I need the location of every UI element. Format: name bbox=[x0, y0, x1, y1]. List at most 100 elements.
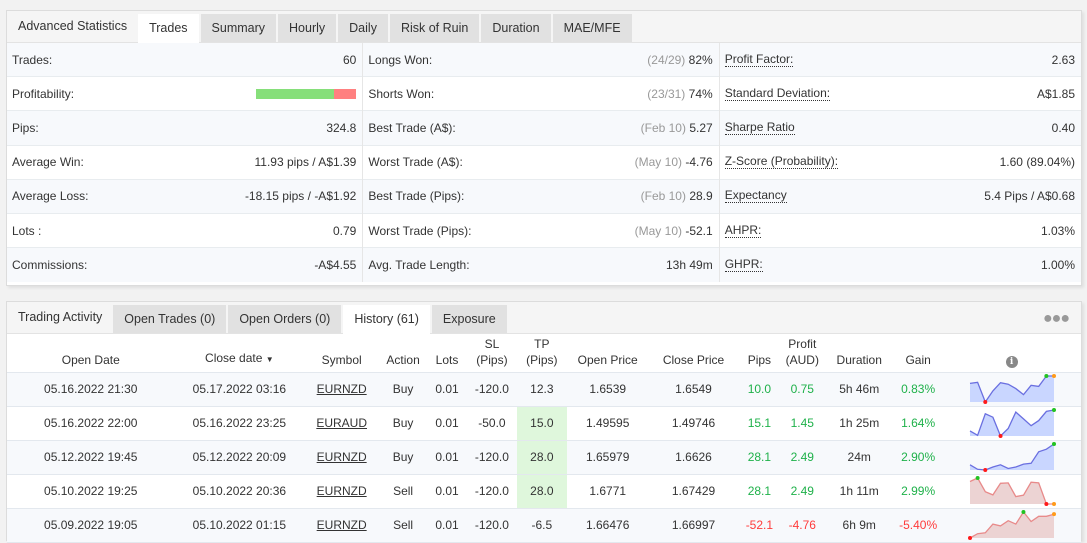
stat-value: 0.40 bbox=[1051, 120, 1076, 135]
sparkline-area bbox=[969, 444, 1054, 470]
table-row[interactable]: 05.12.2022 19:45 05.12.2022 20:09 EURNZD Bu… bbox=[7, 440, 1081, 475]
stat-value: (Feb 10) 28.9 bbox=[641, 189, 713, 203]
symbol-link[interactable]: EURNZD bbox=[317, 382, 367, 396]
info-icon[interactable]: i bbox=[1005, 355, 1018, 368]
tab-mae-mfe[interactable]: MAE/MFE bbox=[552, 14, 632, 42]
duration-cell: 1h 11m bbox=[824, 474, 895, 509]
stat-detail: (23/31) bbox=[647, 86, 686, 101]
stat-shorts-won: Shorts Won: (23/31) 74% bbox=[363, 77, 719, 112]
stat-longs-won: Longs Won: (24/29) 82% bbox=[363, 43, 719, 78]
col-close-date[interactable]: Close date ▼ bbox=[174, 334, 305, 373]
stat-profitability: Profitability: bbox=[7, 77, 363, 112]
history-table-body: 05.16.2022 21:30 05.17.2022 03:16 EURNZD Bu… bbox=[7, 372, 1081, 543]
tab-open-orders[interactable]: Open Orders (0) bbox=[228, 305, 342, 333]
stat-worst-trade-aud: Worst Trade (A$): (May 10) -4.76 bbox=[363, 146, 719, 180]
stat-label-tooltip[interactable]: Standard Deviation: bbox=[724, 86, 831, 101]
stat-value: 60 bbox=[342, 52, 357, 67]
pips-cell: 10.0 bbox=[738, 372, 781, 407]
stat-label-tooltip[interactable]: Sharpe Ratio bbox=[724, 120, 795, 135]
stat-ghpr: GHPR: 1.00% bbox=[719, 248, 1082, 283]
action-cell: Buy bbox=[379, 372, 428, 407]
stats-column-3: Profit Factor: 2.63 Standard Deviation: … bbox=[719, 43, 1082, 283]
stat-value: (Feb 10) 5.27 bbox=[641, 121, 713, 135]
col-profit[interactable]: Profit (AUD) bbox=[780, 334, 825, 373]
more-dots-icon[interactable]: ●●● bbox=[1043, 310, 1070, 328]
col-action[interactable]: Action bbox=[379, 334, 428, 373]
col-sl[interactable]: SL (Pips) bbox=[466, 334, 517, 373]
tab-exposure[interactable]: Exposure bbox=[431, 305, 507, 333]
table-row[interactable]: 05.09.2022 19:05 05.10.2022 01:15 EURNZD Se… bbox=[7, 508, 1081, 543]
tab-duration[interactable]: Duration bbox=[481, 14, 551, 42]
sparkline-last-marker bbox=[1051, 502, 1056, 506]
tab-risk-of-ruin[interactable]: Risk of Ruin bbox=[389, 14, 480, 42]
stat-worst-trade-pips: Worst Trade (Pips): (May 10) -52.1 bbox=[363, 214, 719, 249]
stat-value: 5.4 Pips / A$0.68 bbox=[984, 189, 1076, 204]
table-row[interactable]: 05.10.2022 19:25 05.10.2022 20:36 EURNZD Se… bbox=[7, 474, 1081, 509]
stat-detail: (May 10) bbox=[634, 155, 682, 170]
stat-commissions: Commissions: -A$4.55 bbox=[7, 248, 363, 283]
stat-figure: -52.1 bbox=[685, 223, 713, 238]
tab-hourly[interactable]: Hourly bbox=[278, 14, 337, 42]
col-tp[interactable]: TP (Pips) bbox=[516, 334, 567, 373]
symbol-link[interactable]: EURNZD bbox=[317, 484, 367, 498]
stat-label-tooltip[interactable]: Profit Factor: bbox=[724, 52, 794, 67]
col-open-price[interactable]: Open Price bbox=[566, 334, 649, 373]
tab-history[interactable]: History (61) bbox=[343, 305, 430, 334]
col-symbol[interactable]: Symbol bbox=[304, 334, 380, 373]
stat-value: -18.15 pips / -A$1.92 bbox=[244, 189, 357, 204]
tab-open-trades[interactable]: Open Trades (0) bbox=[113, 305, 227, 333]
stat-average-win: Average Win: 11.93 pips / A$1.39 bbox=[7, 146, 363, 180]
stat-value: 1.60 (89.04%) bbox=[999, 155, 1076, 170]
symbol-link[interactable]: EURNZD bbox=[317, 518, 367, 532]
advanced-statistics-panel: Advanced Statistics Trades Summary Hourl… bbox=[6, 10, 1082, 286]
open-date-cell: 05.09.2022 19:05 bbox=[7, 508, 175, 543]
tab-trades[interactable]: Trades bbox=[138, 14, 199, 43]
table-row[interactable]: 05.16.2022 21:30 05.17.2022 03:16 EURNZD Bu… bbox=[7, 372, 1081, 407]
symbol-cell: EURNZD bbox=[304, 372, 380, 407]
col-gain[interactable]: Gain bbox=[894, 334, 943, 373]
col-close-price[interactable]: Close Price bbox=[648, 334, 739, 373]
col-open-date[interactable]: Open Date bbox=[7, 334, 175, 373]
equity-sparkline bbox=[969, 408, 1056, 438]
sparkline-min-marker bbox=[998, 434, 1003, 438]
stat-label-tooltip[interactable]: AHPR: bbox=[724, 223, 762, 238]
trading-activity-panel: Trading Activity Open Trades (0) Open Or… bbox=[6, 301, 1082, 543]
open-date-cell: 05.10.2022 19:25 bbox=[7, 474, 175, 509]
tab-daily[interactable]: Daily bbox=[338, 14, 388, 42]
duration-cell: 1h 25m bbox=[824, 406, 895, 441]
col-sl-top: SL bbox=[484, 336, 500, 351]
col-close-date-label: Close date bbox=[205, 350, 263, 365]
sparkline-max-marker bbox=[1043, 374, 1048, 378]
stat-label: Profitability: bbox=[12, 86, 75, 101]
sparkline-max-marker bbox=[1051, 442, 1056, 446]
sparkline-cell bbox=[942, 372, 1081, 407]
stat-label-tooltip[interactable]: Z-Score (Probability): bbox=[724, 155, 839, 170]
tp-cell: -6.5 bbox=[516, 508, 567, 543]
symbol-link[interactable]: EURAUD bbox=[316, 416, 367, 430]
open-date-cell: 05.16.2022 22:00 bbox=[7, 406, 175, 441]
col-duration[interactable]: Duration bbox=[824, 334, 895, 373]
stat-label: Worst Trade (Pips): bbox=[368, 223, 472, 238]
symbol-cell: EURNZD bbox=[304, 508, 380, 543]
action-cell: Sell bbox=[379, 508, 428, 543]
profitability-bar bbox=[256, 88, 357, 99]
sparkline-min-marker bbox=[1043, 502, 1048, 506]
table-row[interactable]: 05.16.2022 22:00 05.16.2022 23:25 EURAUD Bu… bbox=[7, 406, 1081, 441]
lots-cell: 0.01 bbox=[427, 474, 467, 509]
col-lots[interactable]: Lots bbox=[427, 334, 467, 373]
col-sl-bottom: (Pips) bbox=[476, 352, 508, 367]
stat-profit-factor: Profit Factor: 2.63 bbox=[719, 43, 1082, 78]
col-pips[interactable]: Pips bbox=[738, 334, 781, 373]
symbol-link[interactable]: EURNZD bbox=[317, 450, 367, 464]
activity-panel-title: Trading Activity bbox=[18, 310, 103, 324]
stat-ahpr: AHPR: 1.03% bbox=[719, 214, 1082, 249]
activity-tabbar: Trading Activity Open Trades (0) Open Or… bbox=[7, 302, 1081, 334]
stat-lots: Lots : 0.79 bbox=[7, 214, 363, 249]
tab-summary[interactable]: Summary bbox=[200, 14, 277, 42]
close-price-cell: 1.6626 bbox=[648, 440, 739, 475]
stat-avg-trade-length: Avg. Trade Length: 13h 49m bbox=[363, 248, 719, 283]
equity-sparkline bbox=[969, 476, 1056, 506]
open-date-cell: 05.16.2022 21:30 bbox=[7, 372, 175, 407]
stat-label-tooltip[interactable]: GHPR: bbox=[724, 258, 763, 273]
stat-label-tooltip[interactable]: Expectancy bbox=[724, 189, 787, 204]
